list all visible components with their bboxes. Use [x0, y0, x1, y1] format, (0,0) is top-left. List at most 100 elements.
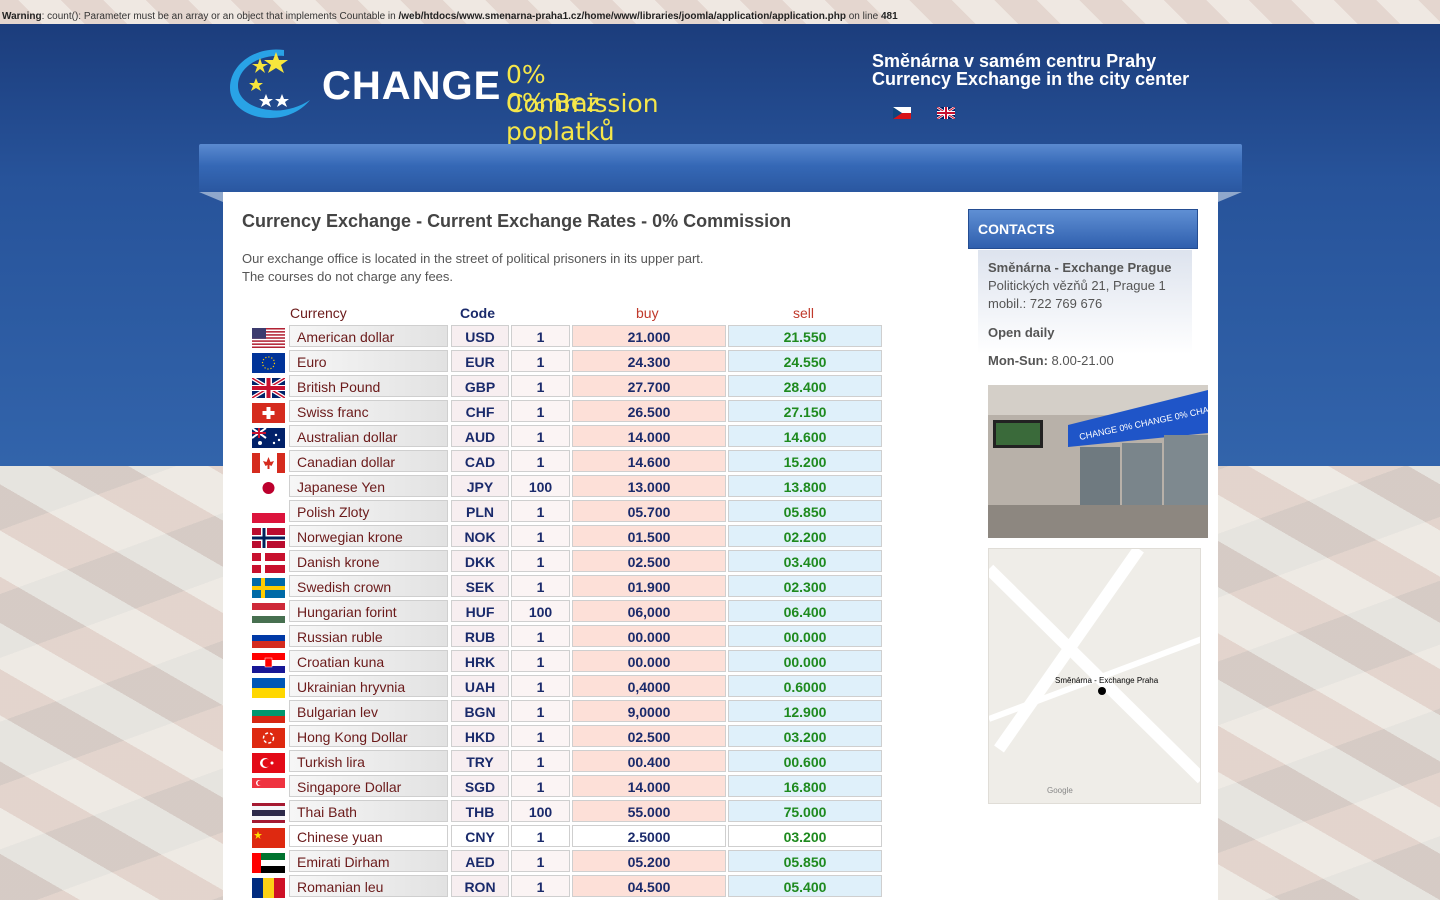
rate-sell-cell: 21.550: [728, 325, 882, 347]
rate-code-cell: USD: [451, 325, 509, 347]
contact-hours: Mon-Sun: 8.00-21.00: [988, 353, 1114, 368]
rub-flag-icon: [252, 628, 285, 648]
rate-buy-cell: 13.000: [572, 475, 726, 497]
rate-buy-cell: 2.5000: [572, 825, 726, 847]
rate-sell-cell: 15.200: [728, 450, 882, 472]
nok-flag-icon: [252, 528, 285, 548]
rate-unit-cell: 1: [511, 425, 570, 447]
rate-row-chf: Swiss franc CHF 1 26.500 27.150: [252, 400, 892, 425]
nav-wing-left: [199, 192, 223, 202]
rate-name-cell: Romanian leu: [289, 875, 448, 897]
rate-code-cell: DKK: [451, 550, 509, 572]
rate-sell-cell: 27.150: [728, 400, 882, 422]
rate-name-cell: Ukrainian hryvnia: [289, 675, 448, 697]
hrk-flag-icon: [252, 653, 285, 673]
warning-path: /web/htdocs/www.smenarna-praha1.cz/home/…: [398, 11, 846, 22]
rate-name-cell: Euro: [289, 350, 448, 372]
hours-value: 8.00-21.00: [1047, 353, 1114, 368]
hkd-flag-icon: [252, 728, 285, 748]
intro-text: Our exchange office is located in the st…: [242, 250, 704, 286]
rate-buy-cell: 01.500: [572, 525, 726, 547]
rate-buy-cell: 06,000: [572, 600, 726, 622]
uah-flag-icon: [252, 678, 285, 698]
rate-sell-cell: 12.900: [728, 700, 882, 722]
ron-flag-icon: [252, 878, 285, 898]
rate-sell-cell: 75.000: [728, 800, 882, 822]
rate-row-nok: Norwegian krone NOK 1 01.500 02.200: [252, 525, 892, 550]
rate-unit-cell: 1: [511, 325, 570, 347]
rate-code-cell: AED: [451, 850, 509, 872]
rate-unit-cell: 1: [511, 500, 570, 522]
sgd-flag-icon: [252, 778, 285, 798]
rate-code-cell: CHF: [451, 400, 509, 422]
rate-code-cell: SEK: [451, 575, 509, 597]
rate-name-cell: Norwegian krone: [289, 525, 448, 547]
rate-sell-cell: 05.850: [728, 500, 882, 522]
rate-buy-cell: 26.500: [572, 400, 726, 422]
rate-buy-cell: 9,0000: [572, 700, 726, 722]
rate-row-hkd: Hong Kong Dollar HKD 1 02.500 03.200: [252, 725, 892, 750]
rate-name-cell: Croatian kuna: [289, 650, 448, 672]
rate-row-pln: Polish Zloty PLN 1 05.700 05.850: [252, 500, 892, 525]
rate-row-hrk: Croatian kuna HRK 1 00.000 00.000: [252, 650, 892, 675]
rate-buy-cell: 01.900: [572, 575, 726, 597]
contact-open: Open daily: [988, 325, 1055, 340]
rate-name-cell: American dollar: [289, 325, 448, 347]
rate-name-cell: Swiss franc: [289, 400, 448, 422]
sek-flag-icon: [252, 578, 285, 598]
rate-row-sgd: Singapore Dollar SGD 1 14.000 16.800: [252, 775, 892, 800]
rate-buy-cell: 55.000: [572, 800, 726, 822]
slogan-line-cs: Směnárna v samém centru Prahy: [872, 51, 1157, 71]
rate-unit-cell: 1: [511, 450, 570, 472]
huf-flag-icon: [252, 603, 285, 623]
rate-unit-cell: 1: [511, 350, 570, 372]
rate-buy-cell: 04.500: [572, 875, 726, 897]
rate-sell-cell: 03.200: [728, 825, 882, 847]
rate-row-jpy: Japanese Yen JPY 100 13.000 13.800: [252, 475, 892, 500]
rate-unit-cell: 1: [511, 400, 570, 422]
rate-sell-cell: 03.400: [728, 550, 882, 572]
rate-unit-cell: 1: [511, 375, 570, 397]
rate-row-try: Turkish lira TRY 1 00.400 00.600: [252, 750, 892, 775]
rate-code-cell: UAH: [451, 675, 509, 697]
rate-sell-cell: 14.600: [728, 425, 882, 447]
rate-name-cell: Danish krone: [289, 550, 448, 572]
rate-buy-cell: 27.700: [572, 375, 726, 397]
rate-code-cell: HRK: [451, 650, 509, 672]
eur-flag-icon: [252, 353, 285, 373]
rate-sell-cell: 05.400: [728, 875, 882, 897]
rate-unit-cell: 1: [511, 875, 570, 897]
contact-company: Směnárna - Exchange Prague: [988, 260, 1172, 275]
rate-code-cell: TRY: [451, 750, 509, 772]
en-flag-icon[interactable]: [937, 107, 956, 119]
rate-code-cell: RON: [451, 875, 509, 897]
rate-code-cell: NOK: [451, 525, 509, 547]
rate-name-cell: Singapore Dollar: [289, 775, 448, 797]
rate-sell-cell: 28.400: [728, 375, 882, 397]
rate-unit-cell: 1: [511, 700, 570, 722]
rate-name-cell: British Pound: [289, 375, 448, 397]
rate-code-cell: JPY: [451, 475, 509, 497]
contact-phone[interactable]: mobil.: 722 769 676: [988, 296, 1102, 311]
rate-buy-cell: 00.000: [572, 625, 726, 647]
rate-sell-cell: 06.400: [728, 600, 882, 622]
rate-buy-cell: 14.000: [572, 775, 726, 797]
contact-address: Politických vězňů 21, Prague 1: [988, 278, 1166, 293]
rate-name-cell: Thai Bath: [289, 800, 448, 822]
rate-buy-cell: 21.000: [572, 325, 726, 347]
rate-sell-cell: 13.800: [728, 475, 882, 497]
site-logo[interactable]: CHANGE 0% Commission 0% Bez poplatků: [226, 44, 706, 146]
rate-sell-cell: 00.000: [728, 650, 882, 672]
header-sell: sell: [793, 305, 815, 321]
rate-row-cny: Chinese yuan CNY 1 2.5000 03.200: [252, 825, 892, 850]
rate-sell-cell: 0.6000: [728, 675, 882, 697]
rate-unit-cell: 1: [511, 550, 570, 572]
office-photo-illustration: CHANGE 0% CHANGE 0% CHA: [988, 385, 1208, 538]
rate-sell-cell: 16.800: [728, 775, 882, 797]
thb-flag-icon: [252, 803, 285, 823]
cs-flag-icon[interactable]: [893, 107, 911, 119]
intro-line-location: Our exchange office is located in the st…: [242, 251, 704, 266]
usd-flag-icon: [252, 328, 285, 348]
location-map[interactable]: Směnárna - Exchange Praha Google: [988, 548, 1201, 804]
rate-row-gbp: British Pound GBP 1 27.700 28.400: [252, 375, 892, 400]
